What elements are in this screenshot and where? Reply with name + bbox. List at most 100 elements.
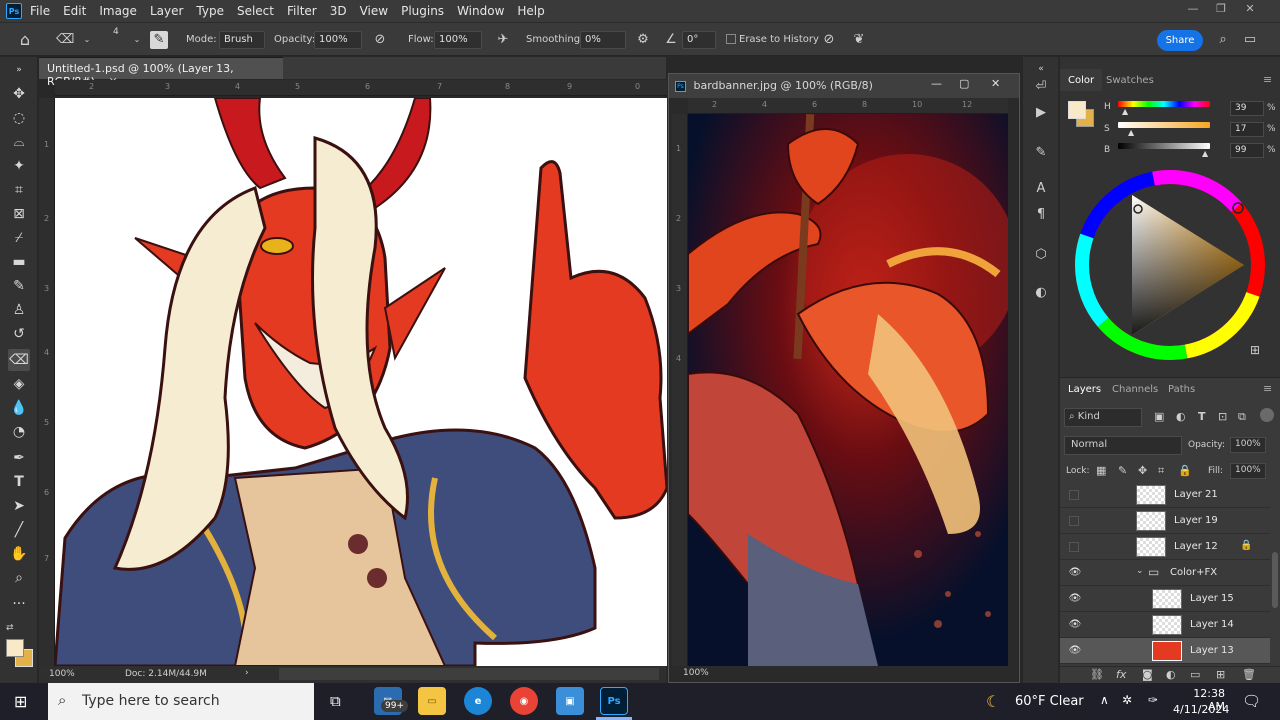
- erase-history-checkbox[interactable]: [726, 34, 736, 44]
- fx-icon[interactable]: fx: [1116, 668, 1126, 681]
- pen-tool-icon[interactable]: ✒: [8, 447, 30, 469]
- airbrush-icon[interactable]: ✈: [494, 31, 512, 49]
- layer-opacity-input[interactable]: 100%: [1230, 437, 1266, 453]
- brush-size-value[interactable]: 4: [113, 27, 119, 37]
- filter-type-icon[interactable]: T: [1198, 410, 1206, 423]
- horizontal-scrollbar[interactable]: [279, 668, 659, 680]
- menu-edit[interactable]: Edit: [63, 4, 86, 18]
- file-explorer-icon[interactable]: ▭: [418, 687, 446, 715]
- panel-menu-icon[interactable]: ≡: [1263, 73, 1272, 86]
- pressure-opacity-icon[interactable]: ⊘: [371, 31, 389, 49]
- lock-position-icon[interactable]: ✥: [1138, 464, 1147, 477]
- history-brush-icon[interactable]: ↺: [8, 323, 30, 345]
- eraser-tool-icon[interactable]: ⌫: [8, 349, 30, 371]
- tab-channels[interactable]: Channels: [1104, 378, 1166, 401]
- task-view-icon[interactable]: ⧉: [330, 692, 341, 710]
- taskbar-search[interactable]: ⌕ Type here to search: [48, 683, 314, 720]
- adjustment-layer-icon[interactable]: ◐: [1166, 668, 1176, 681]
- bright-slider-handle-icon[interactable]: ▲: [1202, 149, 1208, 158]
- edge-browser-icon[interactable]: e: [464, 687, 492, 715]
- brush-chevron-icon[interactable]: ⌄: [128, 31, 146, 49]
- foreground-color-swatch[interactable]: [6, 639, 24, 657]
- float-zoom-level[interactable]: 100%: [683, 668, 709, 678]
- visibility-toggle[interactable]: [1069, 542, 1079, 552]
- menu-window[interactable]: Window: [457, 4, 504, 18]
- minimize-icon[interactable]: —: [1185, 2, 1201, 18]
- workspace-icon[interactable]: ▭: [1241, 31, 1259, 49]
- float-restore-icon[interactable]: ▢: [959, 77, 969, 90]
- lock-artboard-icon[interactable]: ⌗: [1158, 464, 1164, 478]
- menu-help[interactable]: Help: [517, 4, 544, 18]
- s-value-input[interactable]: 17: [1230, 122, 1264, 137]
- filter-shape-icon[interactable]: ⊡: [1218, 410, 1227, 423]
- eye-icon[interactable]: 👁: [1068, 644, 1082, 658]
- add-icon[interactable]: ⊞: [1250, 343, 1260, 357]
- photoshop-logo[interactable]: Ps: [6, 3, 22, 19]
- notifications-icon[interactable]: 🗨: [1242, 692, 1261, 710]
- zoom-tool-icon[interactable]: ⌕: [8, 567, 30, 589]
- status-chevron-icon[interactable]: ›: [245, 668, 249, 678]
- filter-adjust-icon[interactable]: ◐: [1176, 410, 1186, 423]
- group-expand-chevron-icon[interactable]: ⌄: [1136, 566, 1144, 576]
- pen-tray-icon[interactable]: ✑: [1148, 693, 1158, 707]
- eye-icon[interactable]: 👁: [1068, 566, 1082, 580]
- mask-icon[interactable]: ◙: [1142, 668, 1153, 681]
- lock-pixels-icon[interactable]: ✎: [1118, 464, 1127, 477]
- float-minimize-icon[interactable]: —: [931, 77, 942, 90]
- collapse-toolbar-icon[interactable]: »: [8, 59, 30, 81]
- hue-slider[interactable]: [1118, 101, 1210, 107]
- tab-untitled-1[interactable]: Untitled-1.psd @ 100% (Layer 13, RGB/8#)…: [39, 57, 283, 88]
- move-tool-icon[interactable]: ✥: [8, 83, 30, 105]
- windows-start-icon[interactable]: ⊞: [14, 692, 27, 711]
- menu-image[interactable]: Image: [99, 4, 137, 18]
- menu-plugins[interactable]: Plugins: [401, 4, 444, 18]
- home-icon[interactable]: ⌂: [16, 31, 34, 49]
- filter-toggle[interactable]: [1260, 408, 1274, 422]
- crop-tool-icon[interactable]: ⌗: [8, 179, 30, 201]
- layers-scrollbar[interactable]: [1272, 552, 1278, 608]
- tab-layers[interactable]: Layers: [1060, 378, 1110, 400]
- frame-tool-icon[interactable]: ⊠: [8, 203, 30, 225]
- opacity-input[interactable]: 100%: [314, 31, 362, 49]
- mode-select[interactable]: Brush: [219, 31, 265, 49]
- chrome-browser-icon[interactable]: ◉: [510, 687, 538, 715]
- brush-panel-icon[interactable]: ✎: [1031, 143, 1051, 163]
- menu-view[interactable]: View: [360, 4, 388, 18]
- weather-text[interactable]: 60°F Clear: [1015, 694, 1084, 709]
- menu-select[interactable]: Select: [237, 4, 274, 18]
- flow-input[interactable]: 100%: [434, 31, 482, 49]
- layer-row-14[interactable]: 👁 Layer 14: [1060, 612, 1270, 638]
- photoshop-taskbar-icon[interactable]: Ps: [600, 687, 628, 715]
- blur-tool-icon[interactable]: 💧: [8, 397, 30, 419]
- hue-slider-handle-icon[interactable]: ▲: [1122, 107, 1128, 116]
- brush-settings-icon[interactable]: ✎: [150, 31, 168, 49]
- visibility-toggle[interactable]: [1069, 516, 1079, 526]
- new-layer-icon[interactable]: ⊞: [1216, 668, 1225, 681]
- adjustments-panel-icon[interactable]: ◐: [1031, 283, 1051, 303]
- dodge-tool-icon[interactable]: ◔: [8, 421, 30, 443]
- lasso-tool-icon[interactable]: ⌓: [8, 131, 30, 153]
- color-wheel[interactable]: [1072, 167, 1268, 363]
- share-button[interactable]: Share: [1157, 30, 1203, 51]
- menu-layer[interactable]: Layer: [150, 4, 183, 18]
- fill-input[interactable]: 100%: [1230, 463, 1266, 479]
- brush-tool-icon[interactable]: ✎: [8, 275, 30, 297]
- tray-app-icon[interactable]: ✲: [1122, 693, 1132, 707]
- eye-icon[interactable]: 👁: [1068, 618, 1082, 632]
- 3d-panel-icon[interactable]: ⬡: [1031, 245, 1051, 265]
- sat-slider-handle-icon[interactable]: ▲: [1128, 128, 1134, 137]
- filter-kind-select[interactable]: ⌕ Kind: [1064, 408, 1142, 427]
- lock-all-icon[interactable]: 🔒: [1178, 464, 1192, 477]
- link-layers-icon[interactable]: ⛓: [1090, 668, 1104, 681]
- layers-menu-icon[interactable]: ≡: [1263, 382, 1272, 395]
- healing-brush-icon[interactable]: ▬: [8, 251, 30, 273]
- actions-panel-icon[interactable]: ▶: [1031, 103, 1051, 123]
- lock-transparency-icon[interactable]: ▦: [1096, 464, 1106, 477]
- b-value-input[interactable]: 99: [1230, 143, 1264, 158]
- h-value-input[interactable]: 39: [1230, 101, 1264, 116]
- symmetry-icon[interactable]: ❦: [850, 31, 868, 49]
- restore-icon[interactable]: ❐: [1213, 2, 1229, 18]
- layer-row-13[interactable]: 👁 Layer 13: [1060, 638, 1270, 664]
- layer-row-15[interactable]: 👁 Layer 15: [1060, 586, 1270, 612]
- more-tools-icon[interactable]: ···: [8, 593, 30, 615]
